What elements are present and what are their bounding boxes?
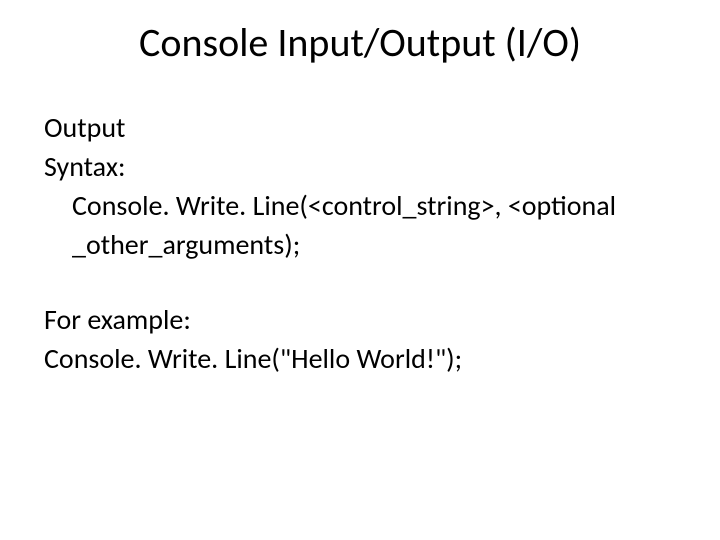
slide-title: Console Input/Output (I/O) [0, 18, 720, 67]
line-syntax-code-1: Console. Write. Line(<control_string>, <… [44, 188, 676, 223]
line-example-label: For example: [44, 302, 676, 337]
line-output: Output [44, 110, 676, 145]
spacer [44, 266, 676, 302]
line-example-code: Console. Write. Line("Hello World!"); [44, 341, 676, 376]
slide: Console Input/Output (I/O) Output Syntax… [0, 0, 720, 540]
line-syntax-code-2: _other_arguments); [44, 227, 676, 262]
line-syntax-label: Syntax: [44, 149, 676, 184]
slide-body: Output Syntax: Console. Write. Line(<con… [44, 110, 676, 380]
